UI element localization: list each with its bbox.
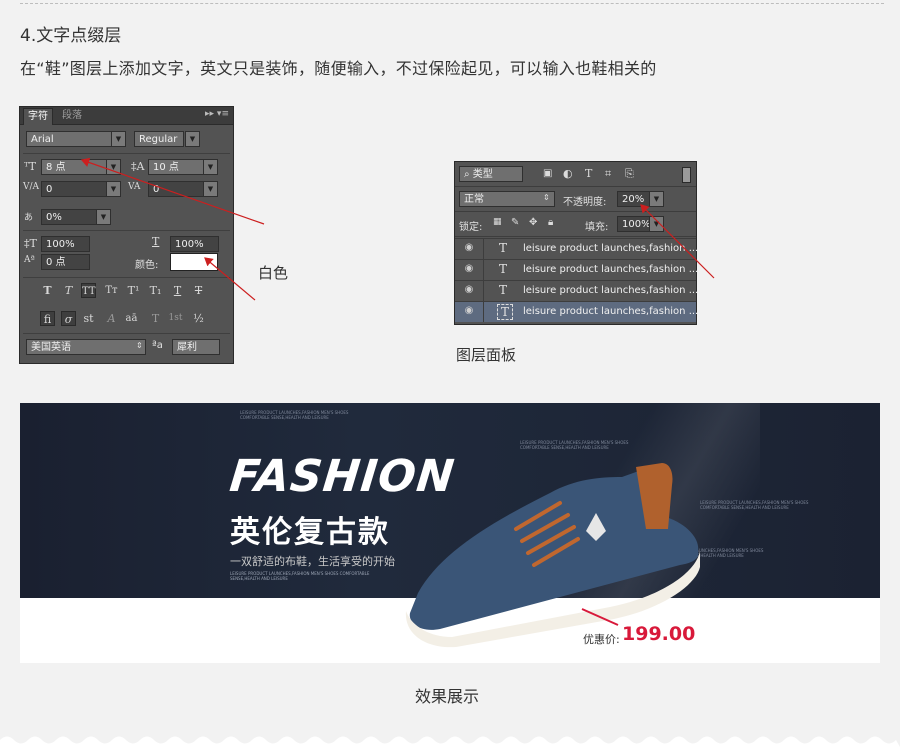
arrow-to-font-size [80, 157, 265, 225]
wavy-border [0, 736, 900, 747]
slogan-english: LEISURE PRODUCT LAUNCHES,FASHION MEN'S S… [230, 571, 370, 581]
headline-chinese: 英伦复古款 [230, 515, 390, 550]
effect-banner: LEISURE PRODUCT LAUNCHES,FASHION MEN'S S… [20, 403, 880, 663]
annotation-effect: 效果展示 [415, 687, 480, 706]
shoe-image [405, 463, 700, 648]
deco-text: LEISURE PRODUCT LAUNCHES,FASHION MEN'S S… [700, 500, 809, 510]
price-label: 优惠价: [583, 633, 620, 646]
arrow-to-opacity [640, 204, 715, 279]
deco-text: LEISURE PRODUCT LAUNCHES,FASHION MEN'S S… [240, 410, 349, 420]
price-value: 199.00 [622, 623, 696, 645]
banner-slogan: 一双舒适的布鞋，生活享受的开始 [230, 555, 395, 568]
arrow-to-color [204, 257, 256, 301]
